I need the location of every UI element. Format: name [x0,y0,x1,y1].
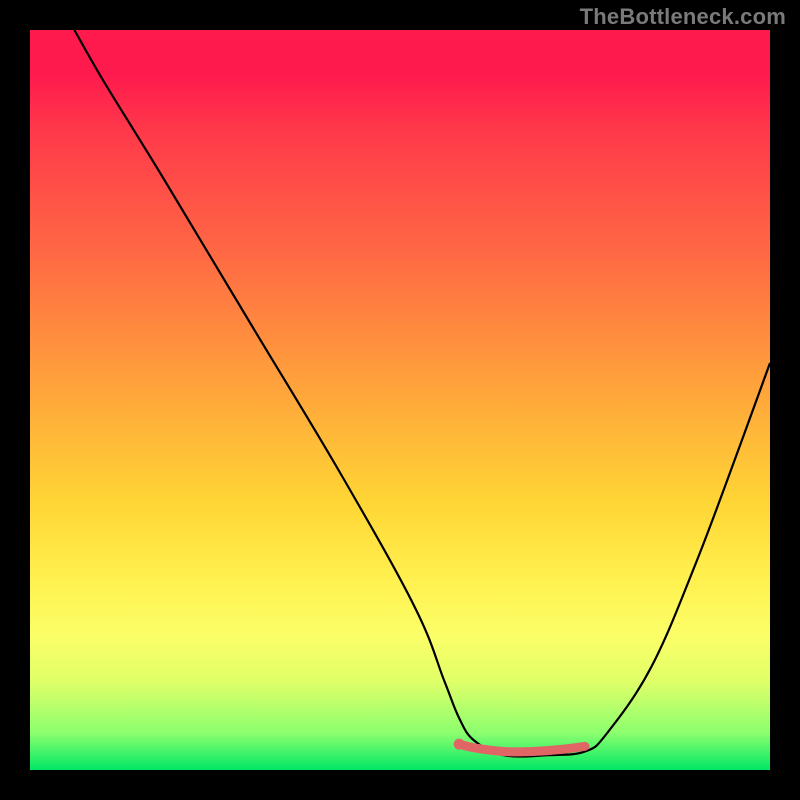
low-bottleneck-band [459,744,585,752]
watermark-text: TheBottleneck.com [580,4,786,30]
chart-frame: TheBottleneck.com [0,0,800,800]
plot-area [30,30,770,770]
chart-svg [30,30,770,770]
band-start-dot [454,739,465,750]
bottleneck-curve [74,30,770,757]
